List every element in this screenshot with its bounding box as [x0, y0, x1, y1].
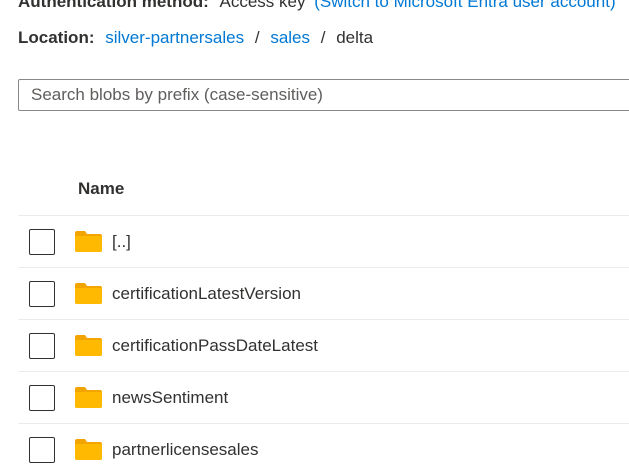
breadcrumb-separator: / [254, 28, 260, 47]
name-column-header[interactable]: Name [78, 179, 124, 199]
row-name[interactable]: newsSentiment [112, 388, 228, 408]
row-checkbox[interactable] [29, 384, 55, 411]
table-row[interactable]: certificationLatestVersion [18, 268, 629, 320]
row-checkbox[interactable] [29, 280, 55, 307]
row-name[interactable]: partnerlicensesales [112, 440, 258, 460]
row-checkbox[interactable] [29, 436, 55, 463]
folder-icon [75, 231, 102, 252]
table-header: Name [18, 163, 629, 216]
authentication-method-label: Authentication method: [18, 0, 209, 11]
blob-list-table: Name [..] certificationLatestVersion cer… [18, 163, 629, 473]
row-name[interactable]: certificationPassDateLatest [112, 336, 318, 356]
location-label: Location: [18, 28, 95, 47]
switch-auth-link[interactable]: (Switch to Microsoft Entra user account) [314, 0, 615, 11]
table-row[interactable]: [..] [18, 216, 629, 268]
folder-icon [75, 283, 102, 304]
search-input[interactable] [19, 80, 629, 110]
folder-icon [75, 335, 102, 356]
authentication-method-line: Authentication method: Access key (Switc… [18, 0, 616, 12]
row-name[interactable]: [..] [112, 232, 131, 252]
authentication-method-value: Access key [219, 0, 306, 11]
blob-container-browser: Authentication method: Access key (Switc… [0, 0, 629, 473]
table-row[interactable]: partnerlicensesales [18, 424, 629, 473]
breadcrumb-separator: / [320, 28, 326, 47]
breadcrumb-folder-link[interactable]: sales [270, 28, 310, 47]
breadcrumb-current: delta [336, 28, 374, 47]
breadcrumb: Location: silver-partnersales / sales / … [18, 28, 373, 48]
table-row[interactable]: certificationPassDateLatest [18, 320, 629, 372]
row-checkbox[interactable] [29, 332, 55, 359]
breadcrumb-container-link[interactable]: silver-partnersales [105, 28, 244, 47]
search-box [18, 79, 629, 111]
table-row[interactable]: newsSentiment [18, 372, 629, 424]
row-name[interactable]: certificationLatestVersion [112, 284, 301, 304]
folder-icon [75, 387, 102, 408]
row-checkbox[interactable] [29, 228, 55, 255]
folder-icon [75, 439, 102, 460]
